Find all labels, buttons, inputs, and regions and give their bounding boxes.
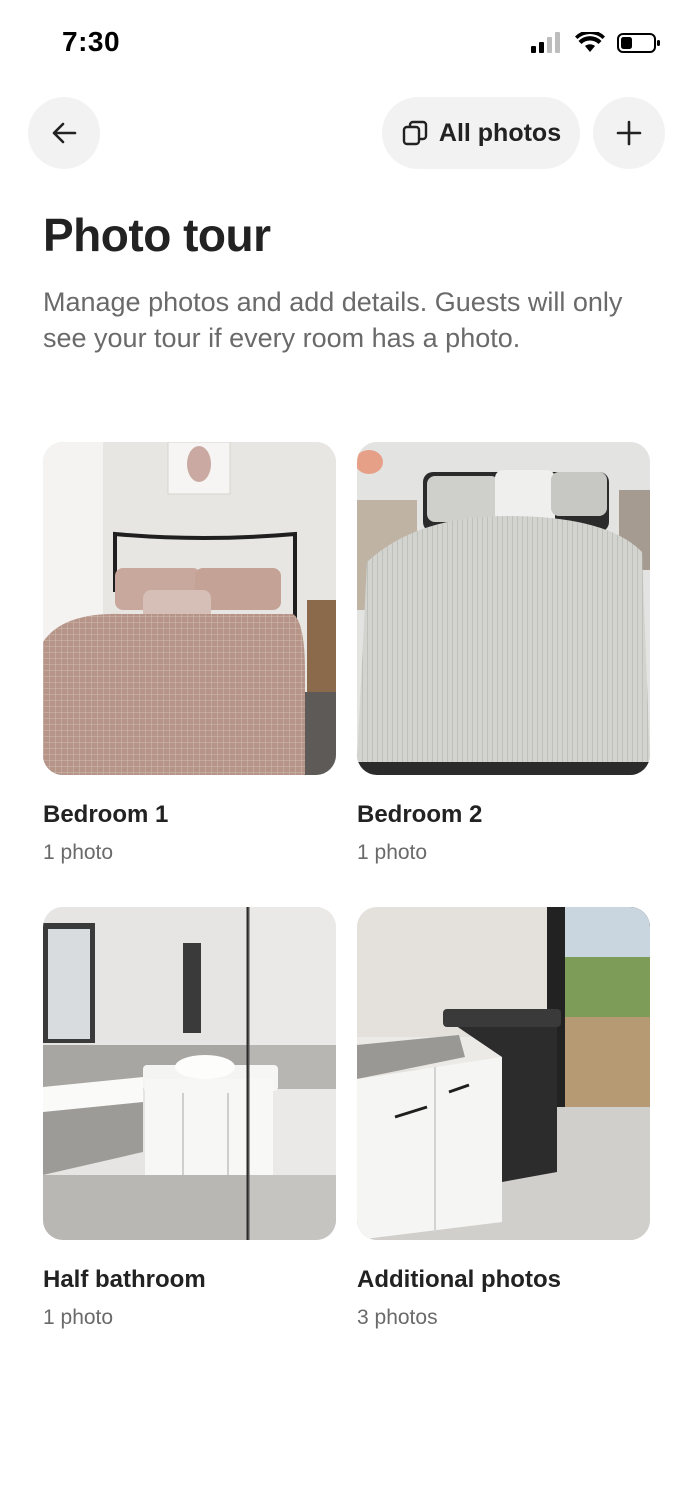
room-photo-count: 1 photo [43,1306,114,1329]
battery-icon [617,33,660,53]
all-photos-label: All photos [438,118,562,147]
back-button[interactable] [28,97,100,169]
room-photo-count: 1 photo [43,841,114,864]
status-time: 7:30 [62,26,121,57]
room-photo-count: 3 photos [357,1306,438,1329]
status-bar: 7:30 [0,0,693,88]
room-photo-count: 1 photo [357,841,428,864]
room-name: Additional photos [357,1266,561,1293]
page-title: Photo tour [43,209,271,261]
room-name: Bedroom 2 [357,801,483,828]
all-photos-button[interactable]: All photos [382,97,580,169]
photo-stack-icon [402,120,428,146]
photo-tour-screen: 7:30 All photos Photo tour Manage photos… [0,0,693,1500]
laundry-photo[interactable] [357,907,650,1240]
room-card[interactable]: Additional photos 3 photos [357,907,650,1330]
bathroom-photo[interactable] [43,907,336,1240]
signal-icon [531,32,560,53]
status-icons [531,32,661,54]
arrow-left-icon [52,122,77,144]
room-name: Half bathroom [43,1266,206,1293]
room-name: Bedroom 1 [43,801,169,828]
room-card[interactable]: Bedroom 1 1 photo [43,442,336,865]
bedroom-photo[interactable] [43,442,336,775]
page-subtitle: Manage photos and add details. Guests wi… [43,287,623,353]
room-card[interactable]: Bedroom 2 1 photo [357,442,650,865]
wifi-icon [575,32,605,52]
bedroom-photo[interactable] [357,442,650,775]
plus-icon [616,120,642,146]
add-button[interactable] [593,97,665,169]
room-card[interactable]: Half bathroom 1 photo [43,907,336,1330]
